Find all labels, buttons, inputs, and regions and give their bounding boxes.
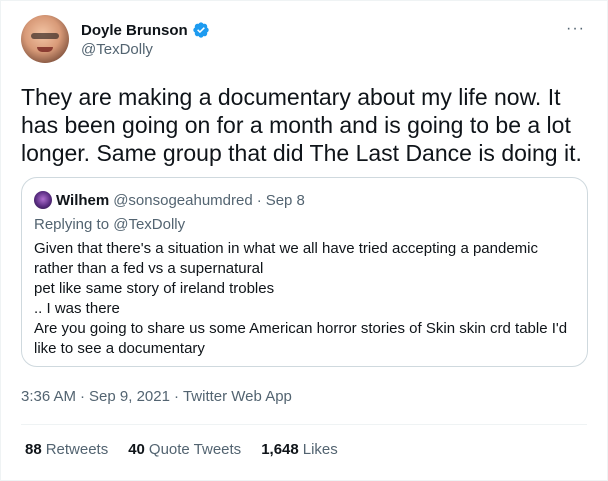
quote-tweets-stat[interactable]: 40 Quote Tweets: [128, 441, 241, 458]
author-handle[interactable]: @TexDolly: [81, 41, 153, 58]
likes-label: Likes: [302, 441, 338, 458]
quoted-date: Sep 8: [265, 191, 305, 209]
quoted-tweet-text: Given that there's a situation in what w…: [34, 240, 568, 357]
quoted-author-avatar: [34, 191, 52, 209]
quoted-tweet-header: Wilhem @sonsogeahumdred · Sep 8: [34, 191, 305, 209]
quoted-tweet[interactable]: Wilhem @sonsogeahumdred · Sep 8 Replying…: [21, 177, 588, 367]
avatar-glasses: [31, 33, 59, 39]
tweet-text: They are making a documentary about my l…: [21, 84, 582, 166]
retweets-count: 88: [25, 441, 42, 458]
tweet-card: Doyle Brunson @TexDolly ··· They are mak…: [0, 0, 608, 481]
divider: [21, 424, 587, 425]
more-options-icon[interactable]: ···: [566, 21, 585, 37]
tweet-time[interactable]: 3:36 AM: [21, 388, 76, 405]
source-app-link[interactable]: Twitter Web App: [183, 388, 292, 405]
quote-tweets-label: Quote Tweets: [148, 441, 242, 458]
author-display-name[interactable]: Doyle Brunson: [81, 22, 188, 39]
author-name-row: Doyle Brunson: [81, 21, 210, 39]
quoted-separator: ·: [256, 191, 262, 209]
quoted-replying-to: Replying to @TexDolly: [34, 216, 186, 233]
meta-separator: ·: [173, 388, 179, 405]
likes-count: 1,648: [261, 441, 299, 458]
retweets-stat[interactable]: 88 Retweets: [25, 441, 108, 458]
quoted-author-handle: @sonsogeahumdred: [113, 191, 253, 209]
quoted-author-name: Wilhem: [56, 191, 110, 209]
verified-badge-icon: [192, 21, 210, 39]
author-avatar[interactable]: [21, 15, 69, 63]
tweet-metadata: 3:36 AM · Sep 9, 2021 · Twitter Web App: [21, 388, 292, 405]
likes-stat[interactable]: 1,648 Likes: [261, 441, 338, 458]
engagement-stats: 88 Retweets 40 Quote Tweets 1,648 Likes: [25, 441, 338, 458]
retweets-label: Retweets: [45, 441, 109, 458]
quote-tweets-count: 40: [128, 441, 145, 458]
tweet-date[interactable]: Sep 9, 2021: [89, 388, 170, 405]
avatar-mouth: [37, 47, 53, 52]
meta-separator: ·: [80, 388, 86, 405]
